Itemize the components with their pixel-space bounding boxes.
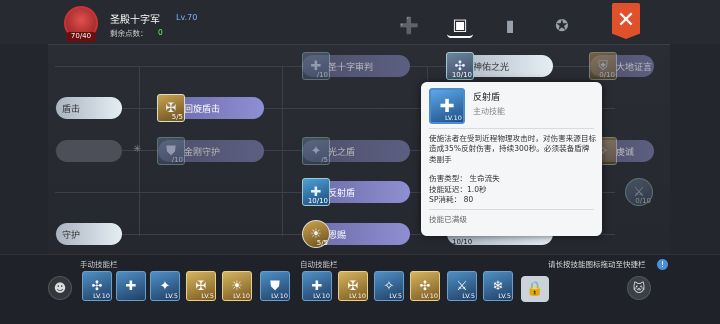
close-button[interactable]: ✕ (612, 3, 640, 39)
tooltip-divider (429, 209, 594, 210)
manual-slot[interactable]: ⛊ LV.10 (260, 271, 290, 301)
info-icon[interactable]: ! (657, 259, 668, 270)
earth-shield-icon[interactable]: ⛨ 0/10 (589, 52, 617, 80)
holy-light-icon[interactable]: ✣ 10/10 (446, 52, 474, 80)
remaining-points-value: 0 (158, 28, 163, 37)
tooltip-sp-cost: SP消耗： 80 (429, 195, 474, 205)
tooltip-damage-type: 伤害类型： 生命流失 (429, 174, 500, 183)
auto-slot[interactable]: ✣ LV.10 (410, 271, 440, 301)
cross-icon[interactable]: ✚/10 (302, 52, 330, 80)
tooltip-divider (429, 128, 594, 129)
rapid-smite-icon[interactable]: ✠ 5/5 (157, 94, 185, 122)
manual-slot[interactable]: ☀ LV.10 (222, 271, 252, 301)
auto-bar-label: 自动技能栏 (300, 260, 338, 269)
skill-guard[interactable]: 守护 (56, 223, 122, 245)
gospel-icon[interactable]: ☀ 5/5 (302, 220, 330, 248)
reflect-shield-icon[interactable]: ✚ 10/10 (302, 178, 330, 206)
drag-hint: 请长按技能图标拖动至快捷栏 (548, 260, 646, 269)
manual-slot[interactable]: ✚ (116, 271, 146, 301)
manual-bar-label: 手动技能栏 (80, 260, 118, 269)
skill-right-bottom-level: 10/10 (452, 238, 473, 246)
avatar-level-badge: 70/40 (66, 32, 96, 42)
tooltip-skill-name: 反射盾 (473, 93, 501, 103)
class-level: Lv.70 (176, 13, 198, 22)
guild-emblem-icon[interactable]: ✪ (549, 12, 575, 38)
tooltip-description: 使施法者在受到近程物理攻击时，对伤害来源目标造成35%反射伤害，持续300秒。必… (429, 134, 597, 164)
pet-face-icon[interactable]: 🐱 (627, 276, 651, 300)
skill-placeholder-left (56, 140, 122, 162)
tooltip-level: LV.10 (445, 114, 462, 122)
sword-icon[interactable]: ⚔ 0/10 (625, 178, 653, 206)
auto-slot[interactable]: ✚ LV.10 (302, 271, 332, 301)
tooltip-stats: 伤害类型： 生命流失 技能延迟：1.0秒 SP消耗： 80 (429, 174, 500, 206)
light-shield-icon[interactable]: ✦/5 (302, 137, 330, 165)
remaining-points-label: 剩余点数： (110, 29, 148, 38)
tooltip-delay: 技能延迟：1.0秒 (429, 184, 487, 194)
auto-slot[interactable]: ✧ LV.5 (374, 271, 404, 301)
skill-tooltip: ✚ LV.10 反射盾 主动技能 使施法者在受到近程物理攻击时，对伤害来源目标造… (421, 82, 602, 236)
tooltip-skill-type: 主动技能 (473, 107, 505, 116)
lock-icon[interactable]: 🔒 (521, 276, 549, 302)
auto-slot[interactable]: ✠ LV.10 (338, 271, 368, 301)
tree-connector (282, 66, 283, 236)
manual-slot[interactable]: ✣ LV.10 (82, 271, 112, 301)
class-name: 圣殿十字军 (110, 15, 160, 26)
auto-slot[interactable]: ❄ LV.5 (483, 271, 513, 301)
tooltip-maxed: 技能已满级 (429, 215, 467, 224)
book-icon[interactable]: ▮ (497, 12, 523, 38)
manual-slot[interactable]: ✦ LV.5 (150, 271, 180, 301)
emote-face-icon[interactable]: ☻ (48, 276, 72, 300)
defender-icon[interactable]: ⛊/10 (157, 137, 185, 165)
auto-slot[interactable]: ⚔ LV.5 (447, 271, 477, 301)
skill-shield-strike[interactable]: 盾击 (56, 97, 122, 119)
manual-slot[interactable]: ✠ LV.5 (186, 271, 216, 301)
skill-card-icon[interactable]: ▣ (447, 12, 473, 38)
add-friend-icon[interactable]: ➕ (396, 12, 422, 38)
junction-icon: ✳ (133, 144, 142, 155)
